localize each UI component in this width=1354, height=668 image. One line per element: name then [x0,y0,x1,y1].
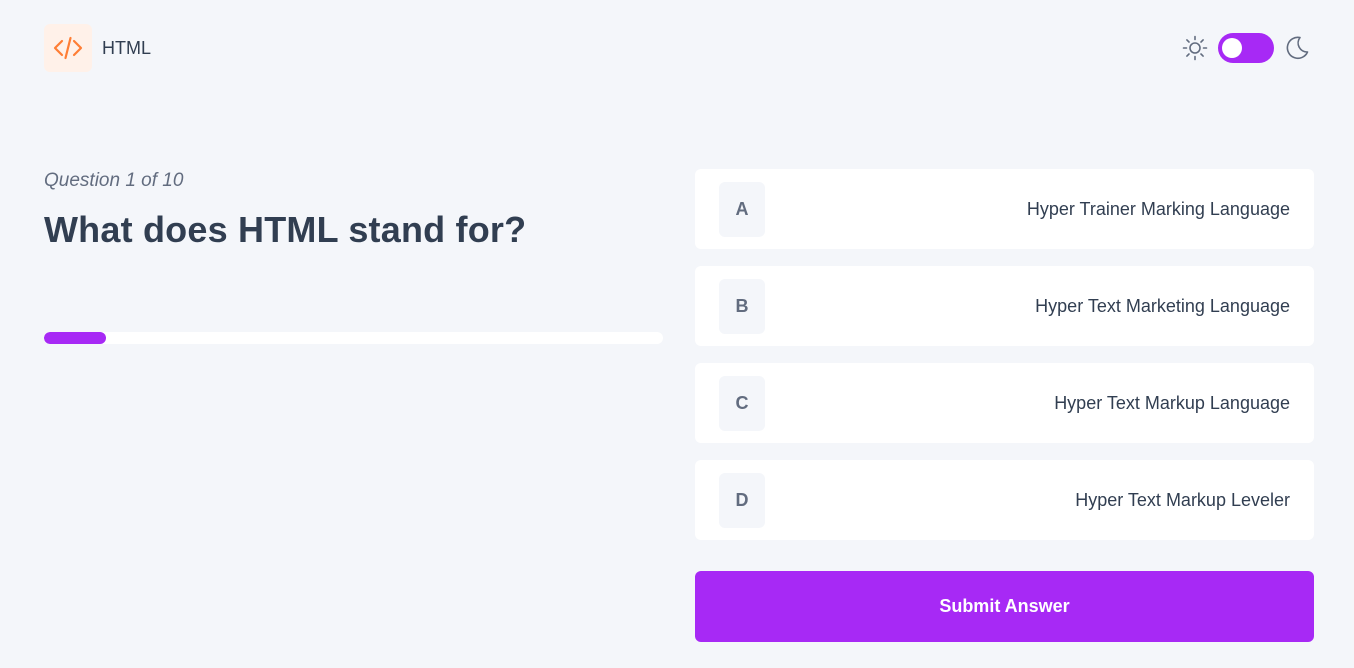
question-counter: Question 1 of 10 [44,170,184,191]
header: HTML [0,0,1354,96]
dark-mode-switch[interactable] [1218,33,1274,63]
theme-toggle [1182,33,1310,63]
moon-icon [1284,35,1310,61]
question-panel: Question 1 of 10 What does HTML stand fo… [44,168,664,344]
progress-bar [44,332,663,344]
option-letter: A [719,181,765,237]
code-brackets-icon [44,24,92,72]
submit-answer-button[interactable]: Submit Answer [695,571,1314,642]
option-b[interactable]: B Hyper Text Marketing Language [695,266,1314,346]
option-c[interactable]: C Hyper Text Markup Language [695,363,1314,443]
progress-fill [44,332,106,344]
answer-options: A Hyper Trainer Marking Language B Hyper… [695,169,1314,557]
subject-heading: HTML [44,24,151,72]
option-text: Hyper Text Markup Language [1054,392,1290,413]
option-text: Hyper Text Marketing Language [1035,295,1290,316]
option-d[interactable]: D Hyper Text Markup Leveler [695,460,1314,540]
question-text: What does HTML stand for? [44,209,527,250]
option-text: Hyper Text Markup Leveler [1075,489,1290,510]
option-letter: C [719,375,765,431]
option-a[interactable]: A Hyper Trainer Marking Language [695,169,1314,249]
switch-knob [1222,38,1242,58]
subject-title: HTML [102,37,151,58]
sun-icon [1182,35,1208,61]
option-letter: B [719,278,765,334]
option-text: Hyper Trainer Marking Language [1026,198,1290,219]
option-letter: D [719,472,765,528]
